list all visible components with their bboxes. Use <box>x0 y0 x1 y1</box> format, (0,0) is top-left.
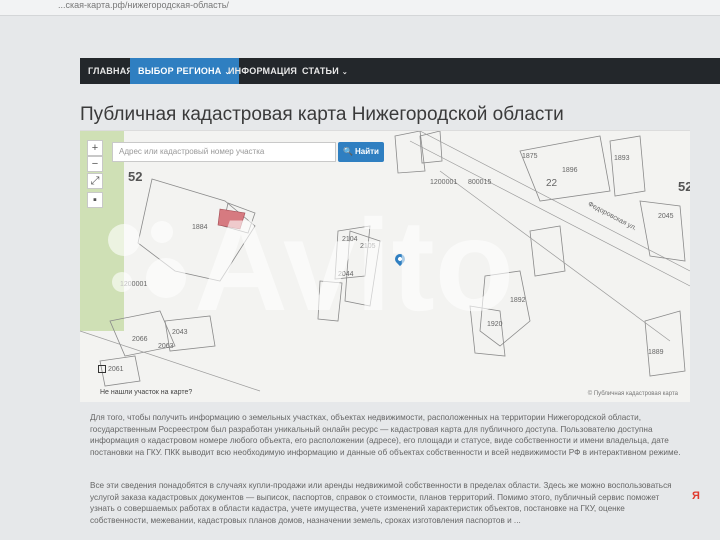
parcel-label[interactable]: 2066 <box>132 336 148 343</box>
region-label-right: 52 <box>678 179 690 194</box>
search-input[interactable]: Адрес или кадастровый номер участка <box>112 142 336 162</box>
road-lines <box>80 131 690 392</box>
parcel-label[interactable]: 1889 <box>648 349 664 356</box>
block-label-b: 800015 <box>468 179 492 186</box>
main-navbar: ГЛАВНАЯ ВЫБОР РЕГИОНА ⌄ ИНФОРМАЦИЯ СТАТЬИ… <box>80 58 720 84</box>
parcel-label[interactable]: 2045 <box>658 213 674 220</box>
highlighted-building[interactable] <box>217 208 246 230</box>
nav-label-home: ГЛАВНАЯ <box>88 66 134 76</box>
nav-label-info: ИНФОРМАЦИЯ <box>228 66 298 76</box>
chevron-down-icon: ⌄ <box>341 69 348 76</box>
parcel-label[interactable]: 2044 <box>338 271 354 278</box>
parcel-label[interactable]: 2104 <box>342 236 358 243</box>
print-icon[interactable]: ▪ <box>87 192 103 208</box>
region-label-left: 52 <box>128 169 143 184</box>
map-attribution: © Публичная кадастровая карта <box>587 391 678 397</box>
search-button[interactable]: 🔍 Найти <box>338 142 384 162</box>
block-label-a: 1200001 <box>430 179 458 186</box>
parcel-label[interactable]: 1893 <box>614 155 630 162</box>
parcel-label[interactable]: 1892 <box>510 297 526 304</box>
url-text[interactable]: ...ская-карта.рф/нижегородская-область/ <box>58 0 229 10</box>
cadastral-map[interactable]: + − ⤢ ▪ Адрес или кадастровый номер учас… <box>80 130 690 402</box>
layers-toggle-icon[interactable] <box>98 365 106 373</box>
parcel-label[interactable]: 2043 <box>172 329 188 336</box>
search-placeholder: Адрес или кадастровый номер участка <box>119 147 265 156</box>
parcel-boundaries <box>99 131 686 387</box>
not-found-link[interactable]: Не нашли участок на карте? <box>100 389 192 396</box>
zoom-out-button[interactable]: − <box>87 156 103 172</box>
search-icon: 🔍 <box>343 147 353 156</box>
page-title: Публичная кадастровая карта Нижегородско… <box>80 104 564 125</box>
parcel-label[interactable]: 1875 <box>522 153 538 160</box>
parcel-label[interactable]: 2063 <box>158 343 174 350</box>
yandex-icon[interactable]: Я <box>692 490 700 502</box>
fullscreen-icon[interactable]: ⤢ <box>87 173 103 189</box>
nav-label-articles: СТАТЬИ <box>302 66 339 76</box>
browser-url-bar[interactable]: ...ская-карта.рф/нижегородская-область/ <box>0 0 720 16</box>
nav-label-region: ВЫБОР РЕГИОНА <box>138 66 222 76</box>
nav-item-articles[interactable]: СТАТЬИ ⌄ <box>294 58 356 84</box>
map-canvas[interactable] <box>80 131 690 402</box>
block-label-left: 1200001 <box>120 281 148 288</box>
zoom-in-button[interactable]: + <box>87 140 103 156</box>
intro-paragraph: Для того, чтобы получить информацию о зе… <box>90 413 681 457</box>
details-paragraph: Все эти сведения понадобятся в случаях к… <box>90 481 672 525</box>
nav-item-info[interactable]: ИНФОРМАЦИЯ <box>220 58 305 84</box>
search-button-label: Найти <box>354 147 379 156</box>
parcel-label[interactable]: 1884 <box>192 224 208 231</box>
district-label: 22 <box>546 178 558 189</box>
parcel-label[interactable]: 1920 <box>487 321 503 328</box>
parcel-label[interactable]: 2061 <box>108 366 124 373</box>
parcel-label[interactable]: 1896 <box>562 167 578 174</box>
parcel-label[interactable]: 2105 <box>360 243 376 250</box>
